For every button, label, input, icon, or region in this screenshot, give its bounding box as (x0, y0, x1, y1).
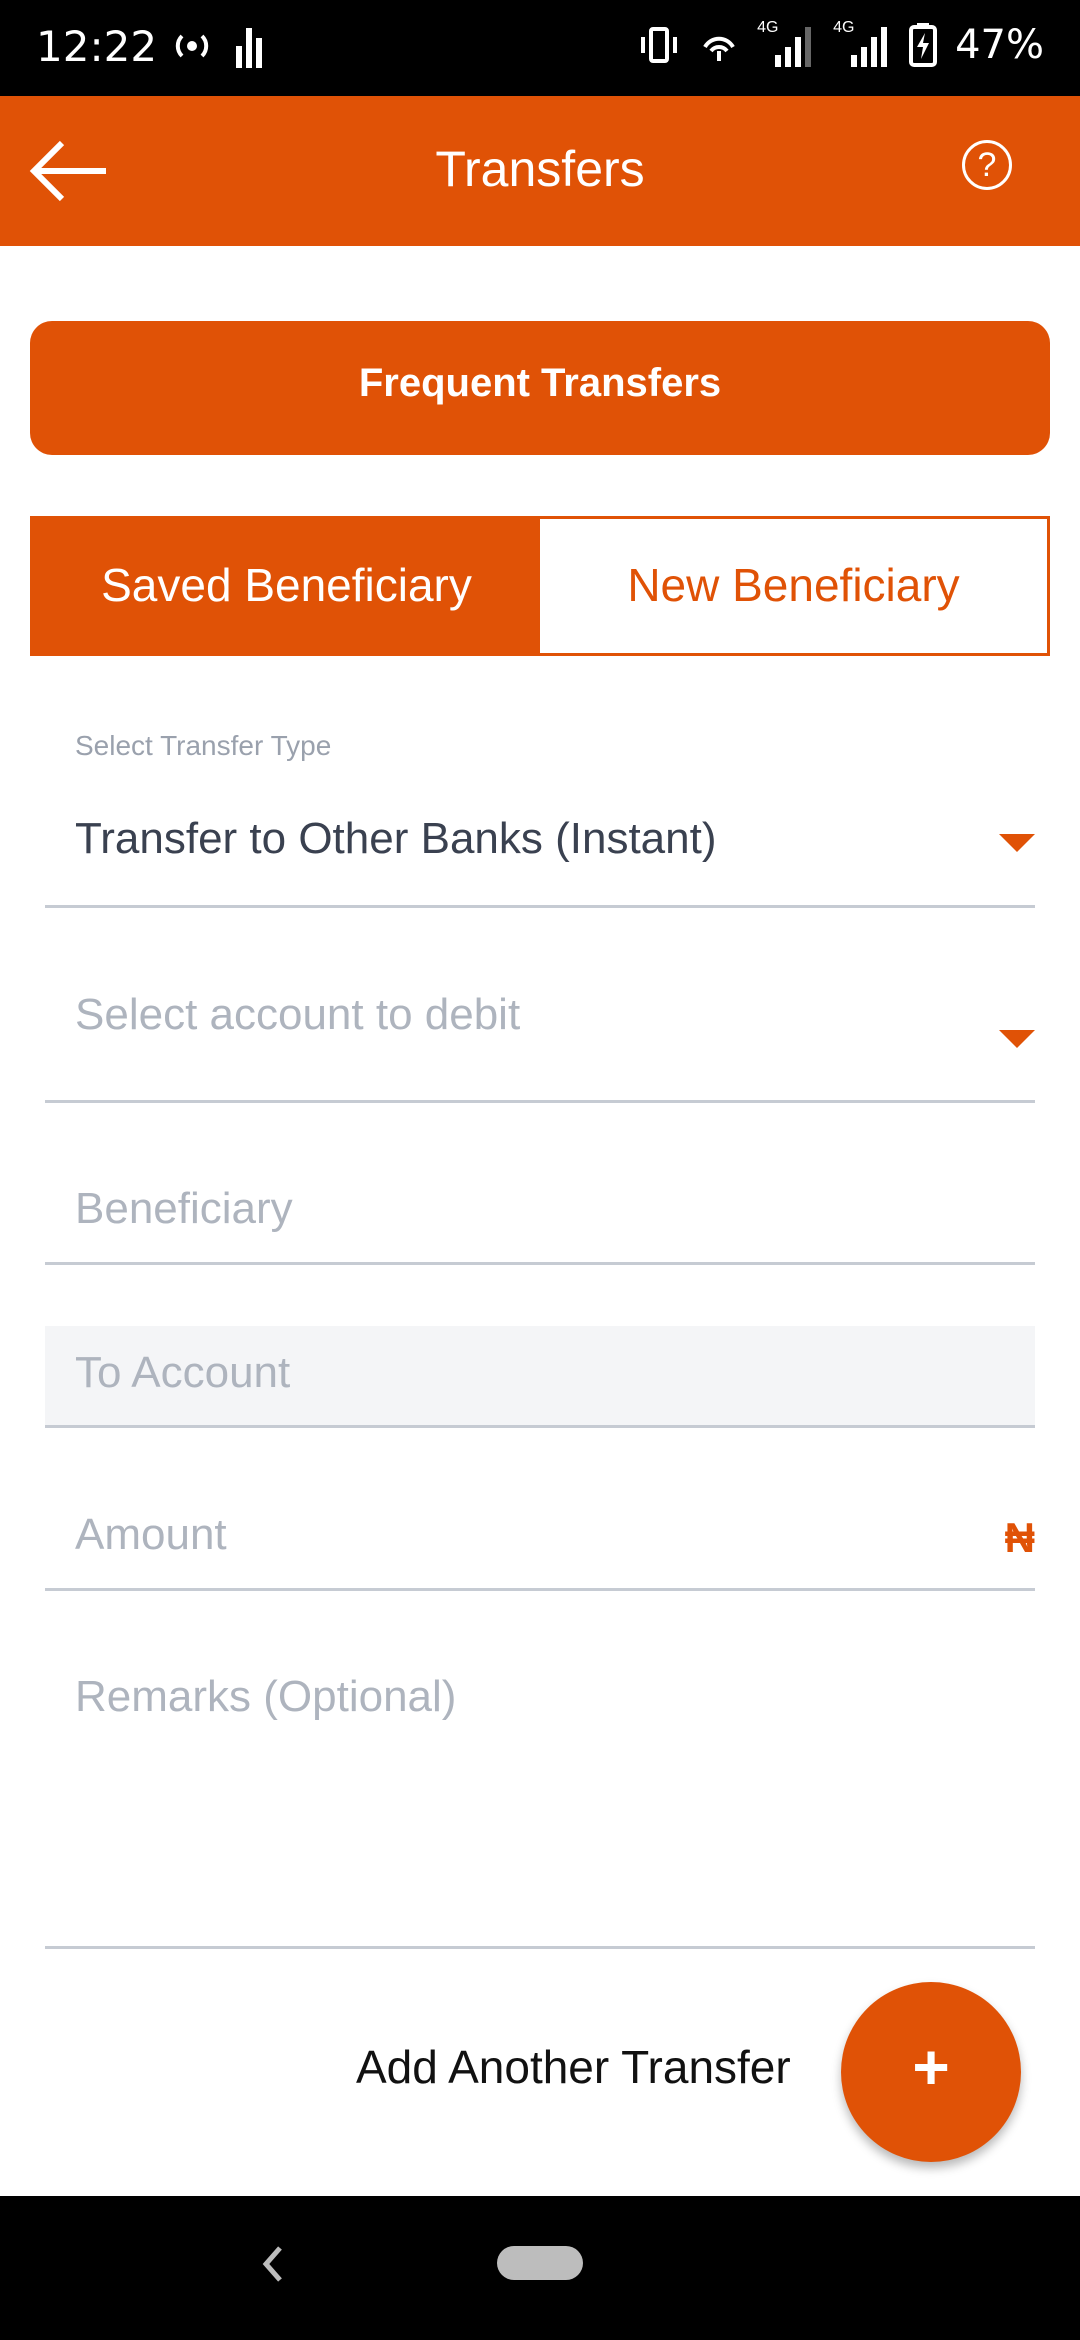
wifi-calling-icon (703, 36, 735, 61)
beneficiary-tabs: Saved Beneficiary New Beneficiary (30, 516, 1050, 656)
data-usage-icon (236, 28, 262, 68)
tab-new-beneficiary[interactable]: New Beneficiary (540, 519, 1047, 653)
nav-back-icon[interactable] (258, 2242, 288, 2286)
transfer-type-label: Select Transfer Type (75, 730, 332, 761)
signal-2-icon: 4G (833, 19, 891, 67)
remarks-placeholder: Remarks (Optional) (75, 1672, 457, 1721)
nav-home-pill[interactable] (497, 2246, 583, 2280)
signal-1-icon: 4G (757, 19, 815, 67)
help-button[interactable]: ? (962, 140, 1012, 190)
amount-placeholder: Amount (75, 1510, 227, 1559)
add-transfer-button[interactable]: + (841, 1982, 1021, 2162)
amount-input[interactable]: Amount ₦ (45, 1474, 1035, 1591)
caret-down-icon (999, 1030, 1035, 1048)
battery-percent: 47% (955, 22, 1044, 68)
to-account-input[interactable]: To Account (45, 1326, 1035, 1428)
status-time: 12:22 (36, 22, 158, 71)
naira-icon: ₦ (1004, 1514, 1035, 1561)
frequent-transfers-button[interactable]: Frequent Transfers (30, 321, 1050, 455)
to-account-placeholder: To Account (75, 1348, 291, 1397)
debit-account-placeholder: Select account to debit (75, 990, 521, 1039)
status-bar: 12:22 4G 4G 47% (0, 0, 1080, 96)
add-another-transfer-label: Add Another Transfer (356, 2041, 791, 2093)
app-bar: Transfers ? (0, 96, 1080, 246)
help-circle-icon: ? (977, 146, 997, 184)
transfer-type-value: Transfer to Other Banks (Instant) (75, 814, 717, 863)
debit-account-select[interactable]: Select account to debit (45, 950, 1035, 1103)
transfer-type-select[interactable]: Select Transfer Type Transfer to Other B… (45, 718, 1035, 908)
hotspot-icon (175, 34, 209, 58)
caret-down-icon (999, 834, 1035, 852)
tab-saved-beneficiary[interactable]: Saved Beneficiary (33, 519, 540, 653)
vibrate-icon (641, 27, 678, 63)
battery-charging-icon (909, 23, 938, 67)
beneficiary-placeholder: Beneficiary (75, 1184, 293, 1233)
system-nav-bar (0, 2196, 1080, 2340)
remarks-textarea[interactable]: Remarks (Optional) (45, 1636, 1035, 1949)
plus-icon: + (912, 2031, 950, 2103)
page-title: Transfers (435, 141, 645, 197)
beneficiary-input[interactable]: Beneficiary (45, 1146, 1035, 1265)
